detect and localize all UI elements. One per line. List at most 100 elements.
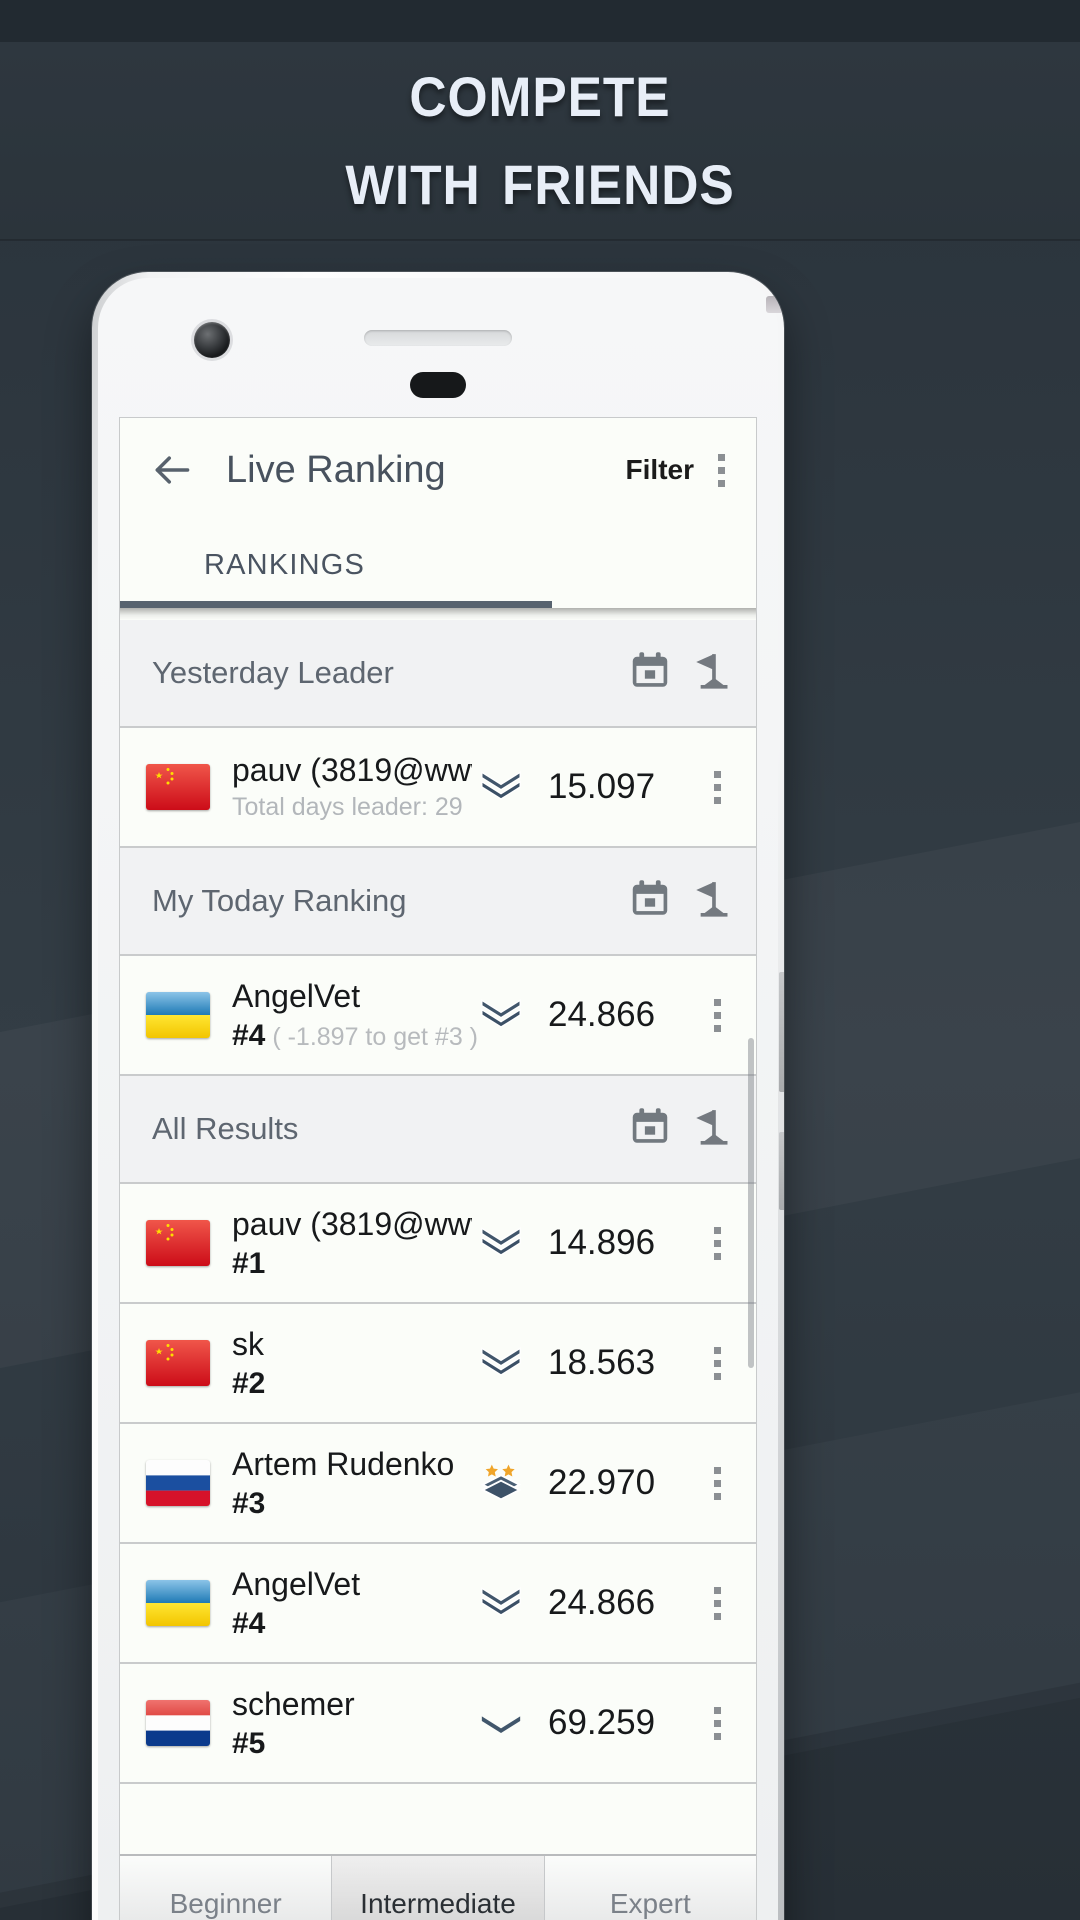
rank-badge <box>472 988 530 1043</box>
player-subtitle: Total days leader: 29 <box>232 793 463 821</box>
double-chevron-badge-icon <box>476 1576 526 1631</box>
app-bar: Live Ranking Filter RANKINGS <box>120 418 756 608</box>
section-title: All Results <box>152 1111 299 1146</box>
screenshot-root: Compete with Friends <box>0 0 1080 1920</box>
player-rank-value: #4 <box>232 1018 266 1052</box>
phone-mockup: Live Ranking Filter RANKINGS Yesterday L… <box>92 272 784 1920</box>
difficulty-tab-expert[interactable]: Expert <box>544 1856 756 1920</box>
section-header: All Results <box>120 1076 756 1184</box>
volume-down-button[interactable] <box>779 1132 784 1210</box>
arrow-left-icon <box>150 448 194 492</box>
score-value: 24.866 <box>548 995 656 1034</box>
row-kebab-menu-icon[interactable] <box>700 987 734 1043</box>
front-camera-icon <box>194 322 230 358</box>
page-title: Live Ranking <box>226 448 446 491</box>
background-top-strip <box>0 0 1080 42</box>
section-icons <box>628 876 734 927</box>
row-kebab-menu-icon[interactable] <box>700 759 734 815</box>
kebab-menu-icon[interactable] <box>704 442 738 498</box>
single-chevron-badge-icon <box>476 1696 526 1751</box>
table-row[interactable]: pauv (3819@www.mi… Total days leader: 29 1… <box>120 728 756 848</box>
tab-strip: RANKINGS <box>120 522 756 608</box>
power-button[interactable] <box>766 296 784 313</box>
filter-button[interactable]: Filter <box>620 448 700 492</box>
section-header: Yesterday Leader <box>120 620 756 728</box>
score-value: 22.970 <box>548 1463 656 1502</box>
score-value: 14.896 <box>548 1223 656 1262</box>
table-row[interactable]: AngelVet #4 24.866 <box>120 1544 756 1664</box>
score-value: 24.866 <box>548 1583 656 1622</box>
player-name: Artem Rudenko <box>232 1445 455 1482</box>
player-rank-note: ( -1.897 to get #3 ) <box>265 1022 478 1051</box>
player-name: sk <box>232 1325 264 1362</box>
player-rank: #5 <box>232 1726 266 1760</box>
flag-icon <box>688 1104 734 1155</box>
row-kebab-menu-icon[interactable] <box>700 1335 734 1391</box>
rank-badge <box>472 1456 530 1511</box>
player-rank: #4 ( -1.897 to get #3 ) <box>232 1018 478 1053</box>
promo-line-1: Compete <box>409 44 671 133</box>
score-value: 69.259 <box>548 1703 656 1742</box>
calendar-icon <box>628 1105 672 1154</box>
double-chevron-badge-icon <box>476 1336 526 1391</box>
double-chevron-badge-icon <box>476 1216 526 1271</box>
table-row[interactable]: Artem Rudenko #3 22.970 <box>120 1424 756 1544</box>
section-icons <box>628 648 734 699</box>
score-value: 18.563 <box>548 1343 656 1382</box>
flag-icon <box>688 876 734 927</box>
player-name: pauv (3819@www.mi… <box>232 752 472 788</box>
table-row[interactable]: pauv (3819@www.mi… #1 14.896 <box>120 1184 756 1304</box>
scrollbar-thumb[interactable] <box>748 1038 754 1368</box>
table-row[interactable]: AngelVet #4 ( -1.897 to get #3 ) 24.866 <box>120 956 756 1076</box>
promo-line-2: with Friends <box>345 131 735 221</box>
player-name: schemer <box>232 1685 355 1722</box>
row-kebab-menu-icon[interactable] <box>700 1455 734 1511</box>
background-header-separator <box>0 239 1080 241</box>
rankings-list[interactable]: Yesterday Leader pauv (3819@www.mi… Total … <box>120 620 756 1854</box>
sensor-pill <box>410 372 466 398</box>
country-flag-icon <box>146 1460 210 1506</box>
double-chevron-badge-icon <box>476 988 526 1043</box>
row-text: pauv (3819@www.mi… Total days leader: 29 <box>232 752 472 822</box>
player-rank: #2 <box>232 1366 266 1400</box>
difficulty-tab-beginner[interactable]: Beginner <box>120 1856 333 1920</box>
back-button[interactable] <box>144 442 200 498</box>
row-text: sk #2 <box>232 1326 472 1401</box>
row-kebab-menu-icon[interactable] <box>700 1575 734 1631</box>
country-flag-icon <box>146 1220 210 1266</box>
tab-strip-shadow <box>120 608 756 620</box>
row-text: AngelVet #4 ( -1.897 to get #3 ) <box>232 977 478 1053</box>
player-name: AngelVet <box>232 1565 361 1602</box>
rank-badge <box>472 1216 530 1271</box>
player-name: pauv (3819@www.mi… <box>232 1205 472 1242</box>
row-text: schemer #5 <box>232 1686 472 1761</box>
row-text: Artem Rudenko #3 <box>232 1446 472 1521</box>
player-rank: #3 <box>232 1486 266 1520</box>
player-rank: #4 <box>232 1606 266 1640</box>
section-title: Yesterday Leader <box>152 655 394 690</box>
table-row[interactable]: sk #2 18.563 <box>120 1304 756 1424</box>
calendar-icon <box>628 877 672 926</box>
star-rank-badge-icon <box>476 1456 526 1511</box>
score-value: 15.097 <box>548 767 656 806</box>
country-flag-icon <box>146 992 210 1038</box>
player-rank: #1 <box>232 1246 266 1280</box>
table-row[interactable]: schemer #5 69.259 <box>120 1664 756 1784</box>
player-name: AngelVet <box>232 977 361 1014</box>
difficulty-tab-intermediate[interactable]: Intermediate <box>332 1856 545 1920</box>
row-text: AngelVet #4 <box>232 1566 472 1641</box>
calendar-icon <box>628 649 672 698</box>
volume-up-button[interactable] <box>779 972 784 1092</box>
rank-badge <box>472 1696 530 1751</box>
promo-headline: Compete with Friends <box>0 48 1080 217</box>
difficulty-tab-bar[interactable]: Beginner Intermediate Expert <box>120 1854 756 1920</box>
section-header: My Today Ranking <box>120 848 756 956</box>
country-flag-icon <box>146 764 210 810</box>
country-flag-icon <box>146 1340 210 1386</box>
row-kebab-menu-icon[interactable] <box>700 1215 734 1271</box>
row-kebab-menu-icon[interactable] <box>700 1695 734 1751</box>
rank-badge <box>472 760 530 815</box>
app-screen: Live Ranking Filter RANKINGS Yesterday L… <box>120 418 756 1920</box>
tab-rankings[interactable]: RANKINGS <box>120 549 365 582</box>
rank-badge <box>472 1336 530 1391</box>
